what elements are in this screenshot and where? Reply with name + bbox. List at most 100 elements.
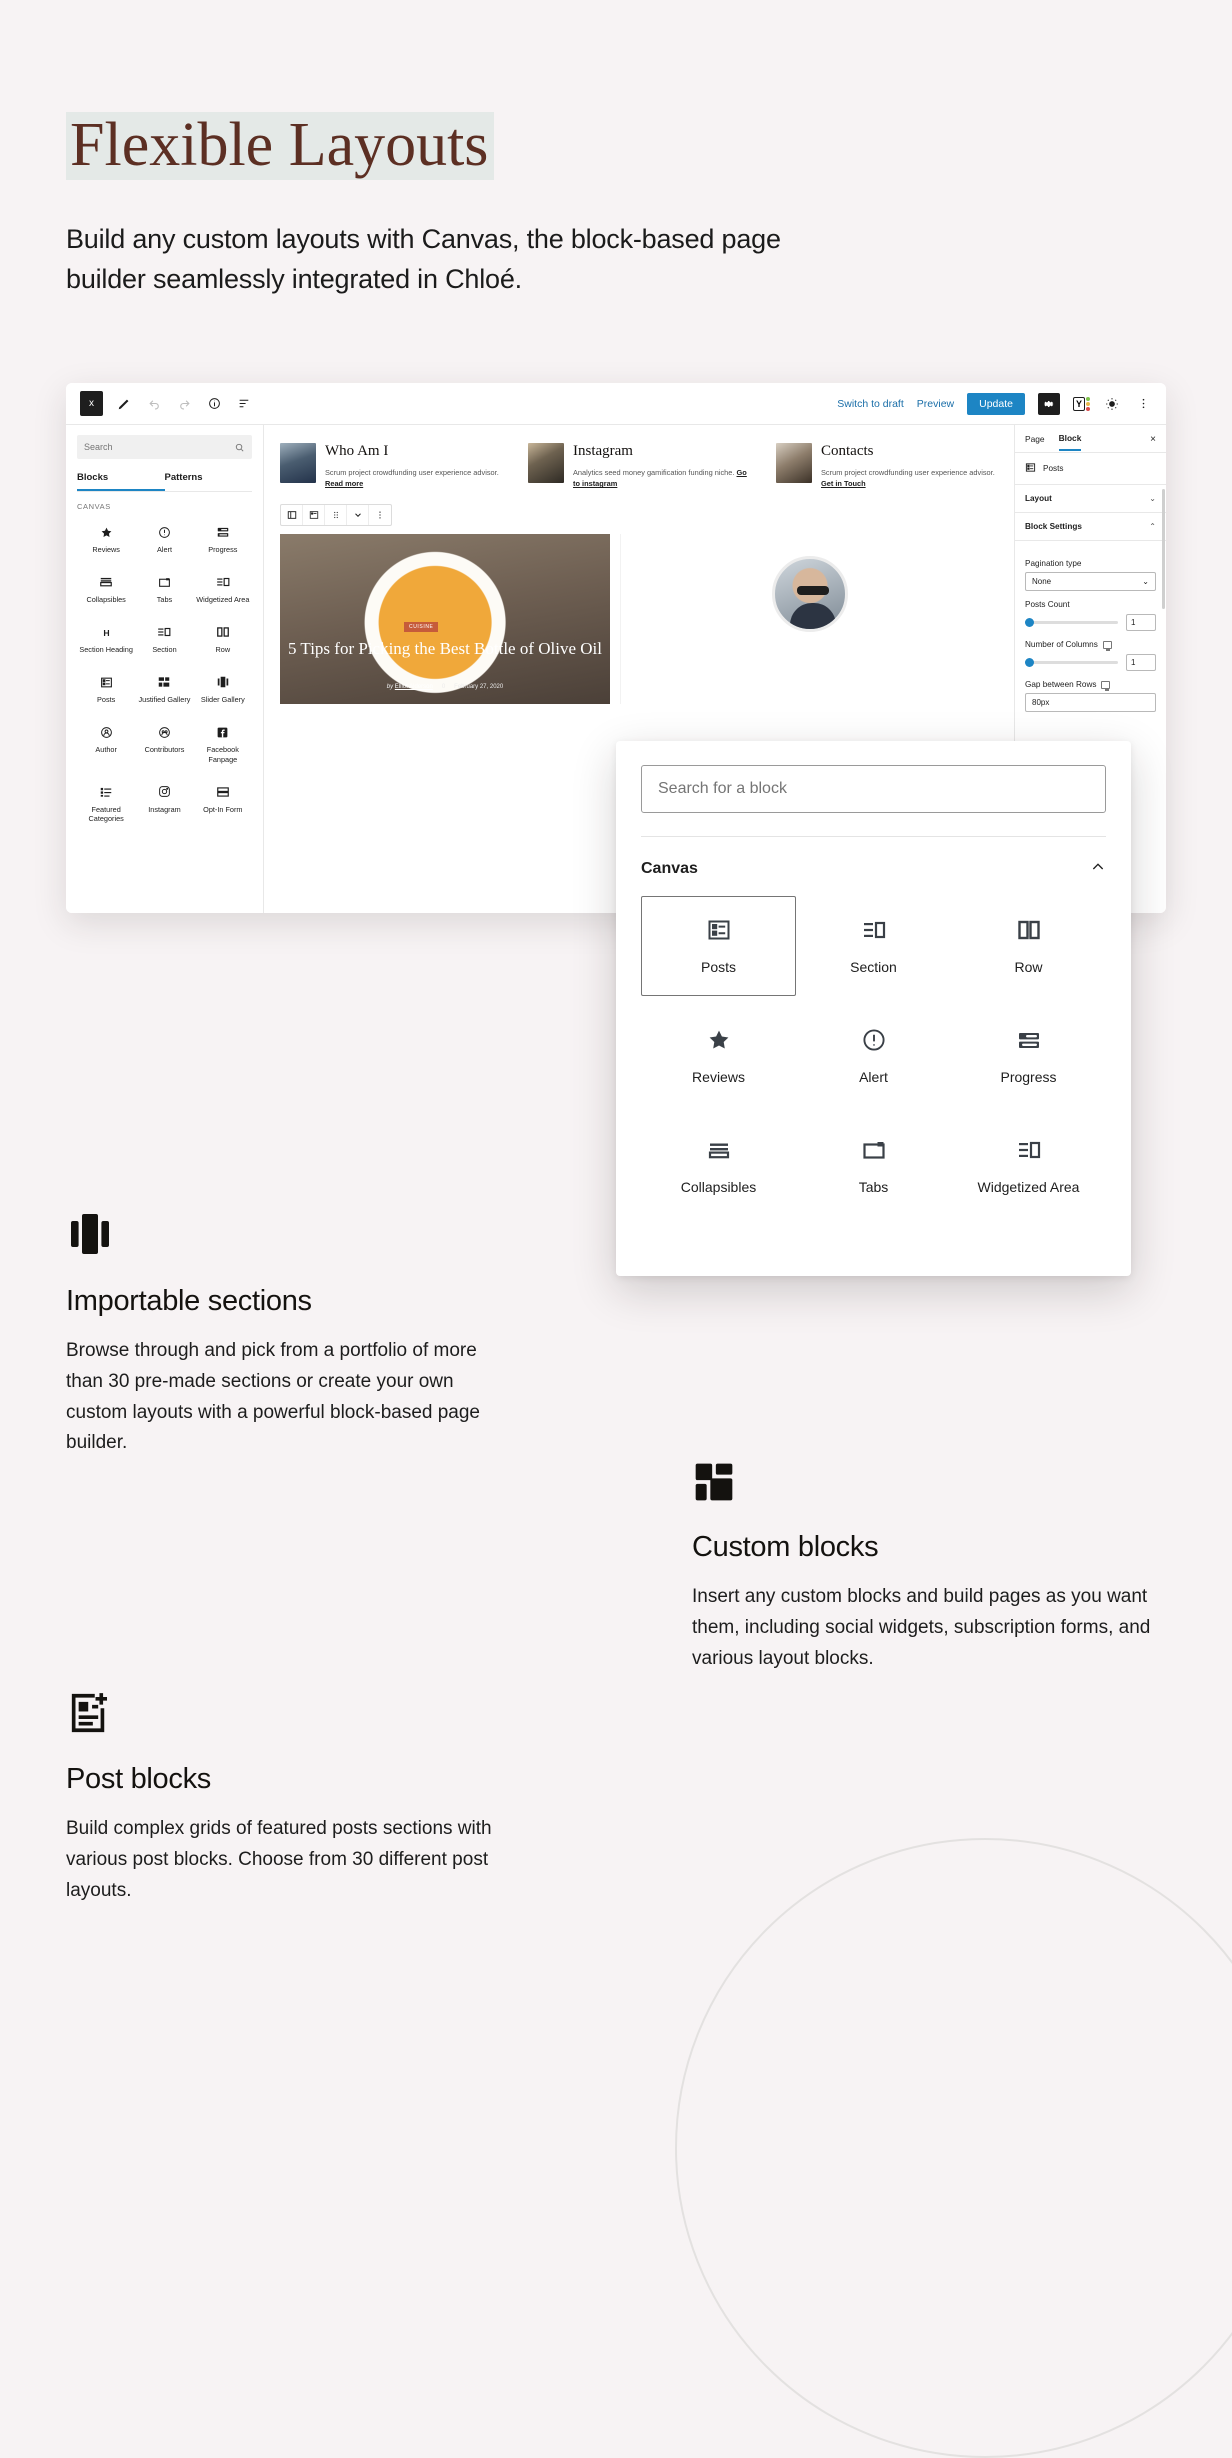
close-icon[interactable]: ×: [1150, 427, 1156, 451]
sidebar-block-instagram[interactable]: Instagram: [135, 777, 193, 830]
sidebar-block-widgetized-area[interactable]: Widgetized Area: [194, 567, 252, 611]
desktop-monitor-icon[interactable]: [1102, 640, 1112, 651]
number-of-columns-slider[interactable]: [1025, 658, 1118, 667]
settings-section-block-settings[interactable]: Block Settings ⌃: [1015, 513, 1166, 541]
section-icon: [157, 624, 171, 640]
svg-text:H: H: [103, 627, 109, 637]
block-search-input[interactable]: Search for a block: [641, 765, 1106, 813]
alert-circle-icon: [862, 1027, 886, 1053]
row-columns-icon: [1017, 917, 1041, 943]
chevron-up-icon[interactable]: [1090, 859, 1106, 878]
inserter-block-label: Widgetized Area: [977, 1179, 1080, 1195]
slider-knob[interactable]: [1025, 618, 1034, 627]
alert-circle-icon: [158, 524, 171, 540]
number-of-columns-input[interactable]: 1: [1126, 654, 1156, 671]
canvas-featured-row: CUISINE 5 Tips for Picking the Best Bott…: [264, 526, 1014, 704]
posts-block-icon[interactable]: [303, 504, 325, 525]
sidebar-search-input[interactable]: Search: [77, 435, 252, 459]
sidebar-block-featured-categories[interactable]: Featured Categories: [77, 777, 135, 830]
selected-block-row: Posts: [1015, 453, 1166, 485]
posts-count-label: Posts Count: [1025, 600, 1070, 609]
page-title: Flexible Layouts: [66, 112, 495, 180]
tab-page[interactable]: Page: [1025, 427, 1045, 450]
inserter-block-label: Reviews: [692, 1069, 745, 1085]
column-text-body: Scrum project crowdfunding user experien…: [821, 468, 995, 477]
inserter-category-header[interactable]: Canvas: [641, 837, 1106, 896]
posts-list-icon: [100, 674, 113, 690]
sidebar-block-collapsibles[interactable]: Collapsibles: [77, 567, 135, 611]
sidebar-block-label: Widgetized Area: [196, 595, 250, 605]
decorative-circle: [675, 1838, 1232, 2458]
preview-button[interactable]: Preview: [917, 398, 954, 410]
block-type-icon[interactable]: [281, 504, 303, 525]
column-link[interactable]: Read more: [325, 479, 363, 488]
sidebar-block-alert[interactable]: Alert: [135, 517, 193, 561]
sidebar-block-progress[interactable]: Progress: [194, 517, 252, 561]
inserter-block-posts[interactable]: Posts: [641, 896, 796, 996]
block-options-icon[interactable]: [369, 505, 391, 525]
inserter-block-tabs[interactable]: Tabs: [796, 1116, 951, 1216]
sidebar-block-row[interactable]: Row: [194, 617, 252, 661]
sidebar-block-label: Reviews: [92, 545, 120, 554]
sidebar-block-section[interactable]: Section: [135, 617, 193, 661]
settings-gear-icon[interactable]: [1037, 392, 1060, 415]
inserter-block-row[interactable]: Row: [951, 896, 1106, 996]
posts-count-slider[interactable]: [1025, 618, 1118, 627]
move-down-icon[interactable]: [347, 504, 369, 525]
tab-block[interactable]: Block: [1058, 426, 1082, 451]
sidebar-block-contributors[interactable]: Contributors: [135, 717, 193, 770]
feature-text: Insert any custom blocks and build pages…: [692, 1586, 1151, 1669]
column-link[interactable]: Get in Touch: [821, 479, 866, 488]
tab-blocks[interactable]: Blocks: [77, 468, 165, 491]
tab-patterns[interactable]: Patterns: [165, 468, 253, 491]
sidebar-block-section-heading[interactable]: H Section Heading: [77, 617, 135, 661]
settings-scrollbar[interactable]: [1162, 489, 1165, 609]
undo-icon[interactable]: [145, 395, 163, 413]
tabs-icon: [862, 1137, 886, 1163]
settings-section-layout[interactable]: Layout ⌄: [1015, 485, 1166, 513]
sidebar-block-facebook-fanpage[interactable]: Facebook Fanpage: [194, 717, 252, 770]
edit-pencil-icon[interactable]: [115, 395, 133, 413]
inserter-block-alert[interactable]: Alert: [796, 1006, 951, 1106]
chevron-up-icon: ⌃: [1149, 522, 1156, 531]
sidebar-block-label: Opt-In Form: [203, 804, 243, 814]
inserter-block-progress[interactable]: Progress: [951, 1006, 1106, 1106]
more-options-icon[interactable]: [1134, 395, 1152, 413]
slider-knob[interactable]: [1025, 658, 1034, 667]
inserter-block-label: Section: [850, 959, 897, 975]
column-text: Scrum project crowdfunding user experien…: [821, 467, 998, 490]
inserter-block-collapsibles[interactable]: Collapsibles: [641, 1116, 796, 1216]
inserter-block-grid: Posts Section Row Reviews Alert Progress…: [641, 896, 1106, 1216]
drag-handle-icon[interactable]: [325, 504, 347, 525]
desktop-monitor-icon[interactable]: [1101, 680, 1111, 691]
update-button[interactable]: Update: [967, 392, 1025, 415]
sidebar-block-label: Instagram: [148, 804, 181, 814]
sidebar-block-opt-in-form[interactable]: Opt-In Form: [194, 777, 252, 830]
list-view-icon[interactable]: [235, 395, 253, 413]
sidebar-block-tabs[interactable]: Tabs: [135, 567, 193, 611]
gap-between-rows-input[interactable]: 80px: [1025, 693, 1156, 712]
block-toolbar: [280, 503, 392, 526]
sidebar-block-posts[interactable]: Posts: [77, 667, 135, 711]
inserter-block-widgetized-area[interactable]: Widgetized Area: [951, 1116, 1106, 1216]
posts-count-input[interactable]: 1: [1126, 614, 1156, 631]
sidebar-block-label: Author: [95, 745, 117, 755]
yoast-seo-icon[interactable]: Y: [1072, 396, 1090, 411]
inserter-block-reviews[interactable]: Reviews: [641, 1006, 796, 1106]
sidebar-search-placeholder: Search: [84, 442, 113, 452]
justified-gallery-icon: [157, 674, 171, 690]
gap-between-rows-text: Gap between Rows: [1025, 680, 1097, 689]
pagination-type-select[interactable]: None ⌄: [1025, 572, 1156, 591]
switch-to-draft-button[interactable]: Switch to draft: [837, 398, 904, 410]
inserter-block-section[interactable]: Section: [796, 896, 951, 996]
sidebar-block-slider-gallery[interactable]: Slider Gallery: [194, 667, 252, 711]
sidebar-block-author[interactable]: Author: [77, 717, 135, 770]
sidebar-block-justified-gallery[interactable]: Justified Gallery: [135, 667, 193, 711]
info-icon[interactable]: [205, 395, 223, 413]
sidebar-block-reviews[interactable]: Reviews: [77, 517, 135, 561]
sidebar-block-label: Collapsibles: [86, 595, 126, 605]
contributors-icon: [158, 724, 171, 740]
brightness-icon[interactable]: [1103, 395, 1121, 413]
wordpress-logo-icon[interactable]: x: [80, 391, 103, 416]
redo-icon[interactable]: [175, 395, 193, 413]
